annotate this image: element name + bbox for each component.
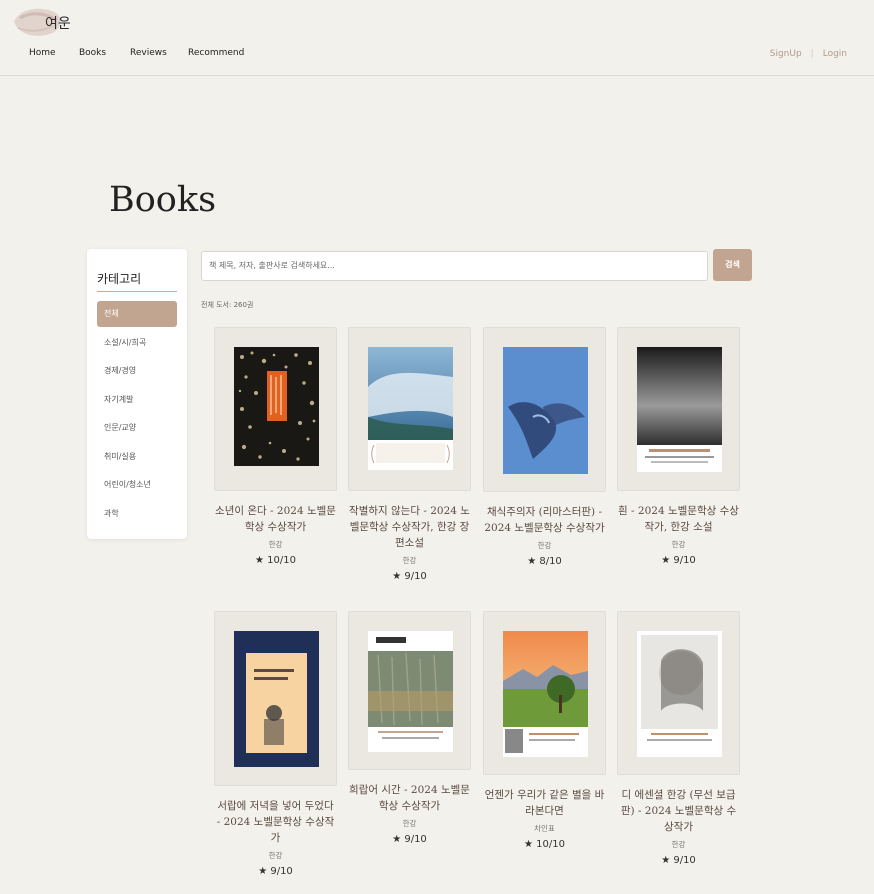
nav-recommend[interactable]: Recommend xyxy=(188,48,244,58)
cover-chaesik xyxy=(503,347,588,474)
book-rating: ★ 9/10 xyxy=(392,834,427,845)
book-author: 한강 xyxy=(537,541,552,550)
book-author: 한강 xyxy=(268,540,283,549)
cover-essential xyxy=(637,631,722,757)
nav-home[interactable]: Home xyxy=(29,48,56,58)
cover-hirap xyxy=(368,631,453,752)
book-rating: ★ 10/10 xyxy=(524,839,565,850)
category-item-self-help[interactable]: 자기계발 xyxy=(97,387,177,416)
category-item-science[interactable]: 과학 xyxy=(97,501,177,530)
category-item-hobby[interactable]: 취미/실용 xyxy=(97,444,177,473)
book-title[interactable]: 언젠가 우리가 같은 별을 바라본다면 xyxy=(483,787,606,819)
logo-text: 여운 xyxy=(45,16,71,32)
login-link[interactable]: Login xyxy=(823,49,847,59)
book-card[interactable]: 희랍어 시간 - 2024 노벨문학상 수상작가 한강 ★ 9/10 xyxy=(348,611,471,845)
book-cover-frame[interactable] xyxy=(348,327,471,491)
book-author: 차인표 xyxy=(534,824,555,833)
book-cover-frame[interactable] xyxy=(617,611,740,775)
book-cover-frame[interactable] xyxy=(617,327,740,491)
book-card[interactable]: 소년이 온다 - 2024 노벨문학상 수상작가 한강 ★ 10/10 xyxy=(214,327,337,566)
category-item-fiction[interactable]: 소설/시/희곡 xyxy=(97,330,177,359)
book-title[interactable]: 채식주의자 (리마스터판) - 2024 노벨문학상 수상작가 xyxy=(483,504,606,536)
book-author: 한강 xyxy=(671,840,686,849)
nav-reviews[interactable]: Reviews xyxy=(130,48,167,58)
category-item-economy[interactable]: 경제/경영 xyxy=(97,358,177,387)
book-rating: ★ 8/10 xyxy=(527,556,562,567)
category-list: 전체 소설/시/희곡 경제/경영 자기계발 인문/교양 취미/실용 어린이/청소… xyxy=(97,301,177,529)
cover-seorap xyxy=(234,631,319,767)
category-divider xyxy=(97,291,177,292)
category-sidebar: 카테고리 전체 소설/시/희곡 경제/경영 자기계발 인문/교양 취미/실용 어… xyxy=(87,249,187,539)
book-author: 한강 xyxy=(402,556,417,565)
auth-links: SignUp | Login xyxy=(770,49,847,59)
book-title[interactable]: 작별하지 않는다 - 2024 노벨문학상 수상작가, 한강 장편소설 xyxy=(348,503,471,551)
book-rating: ★ 9/10 xyxy=(392,571,427,582)
book-title[interactable]: 소년이 온다 - 2024 노벨문학상 수상작가 xyxy=(214,503,337,535)
search-button[interactable]: 검색 xyxy=(713,249,752,281)
book-author: 한강 xyxy=(402,819,417,828)
book-cover-frame[interactable] xyxy=(214,327,337,491)
book-cover-frame[interactable] xyxy=(214,611,337,786)
book-title[interactable]: 흰 - 2024 노벨문학상 수상작가, 한강 소설 xyxy=(617,503,740,535)
nav-books[interactable]: Books xyxy=(79,48,106,58)
search-input[interactable]: 책 제목, 저자, 출판사로 검색하세요... xyxy=(201,251,708,281)
site-header: 여운 Home Books Reviews Recommend SignUp | L… xyxy=(0,0,874,76)
book-cover-frame[interactable] xyxy=(483,611,606,775)
category-title: 카테고리 xyxy=(97,272,142,286)
book-title[interactable]: 디 에센셜 한강 (무선 보급판) - 2024 노벨문학상 수상작가 xyxy=(617,787,740,835)
book-rating: ★ 9/10 xyxy=(661,855,696,866)
category-item-humanities[interactable]: 인문/교양 xyxy=(97,415,177,444)
book-rating: ★ 10/10 xyxy=(255,555,296,566)
book-author: 한강 xyxy=(268,851,283,860)
page-title: Books xyxy=(109,180,217,220)
book-cover-frame[interactable] xyxy=(483,327,606,492)
cover-sonyeon xyxy=(234,347,319,466)
site-logo[interactable]: 여운 xyxy=(10,4,80,42)
book-card[interactable]: 언젠가 우리가 같은 별을 바라본다면 차인표 ★ 10/10 xyxy=(483,611,606,850)
book-card[interactable]: 작별하지 않는다 - 2024 노벨문학상 수상작가, 한강 장편소설 한강 ★… xyxy=(348,327,471,582)
book-card[interactable]: 디 에센셜 한강 (무선 보급판) - 2024 노벨문학상 수상작가 한강 ★… xyxy=(617,611,740,866)
book-card[interactable]: 흰 - 2024 노벨문학상 수상작가, 한강 소설 한강 ★ 9/10 xyxy=(617,327,740,566)
book-title[interactable]: 서랍에 저녁을 넣어 두었다 - 2024 노벨문학상 수상작가 xyxy=(214,798,337,846)
auth-separator: | xyxy=(810,49,814,59)
main-nav: Home Books Reviews Recommend xyxy=(0,48,874,62)
category-item-children[interactable]: 어린이/청소년 xyxy=(97,472,177,501)
book-card[interactable]: 서랍에 저녁을 넣어 두었다 - 2024 노벨문학상 수상작가 한강 ★ 9/… xyxy=(214,611,337,877)
cover-eonjenga xyxy=(503,631,588,757)
book-rating: ★ 9/10 xyxy=(661,555,696,566)
book-rating: ★ 9/10 xyxy=(258,866,293,877)
book-author: 한강 xyxy=(671,540,686,549)
signup-link[interactable]: SignUp xyxy=(770,49,802,59)
category-item-all[interactable]: 전체 xyxy=(97,301,177,327)
book-title[interactable]: 희랍어 시간 - 2024 노벨문학상 수상작가 xyxy=(348,782,471,814)
book-card[interactable]: 채식주의자 (리마스터판) - 2024 노벨문학상 수상작가 한강 ★ 8/1… xyxy=(483,327,606,567)
cover-huin xyxy=(637,347,722,472)
total-count: 전체 도서: 260권 xyxy=(201,301,254,309)
book-cover-frame[interactable] xyxy=(348,611,471,770)
cover-jakbyeol xyxy=(368,347,453,470)
